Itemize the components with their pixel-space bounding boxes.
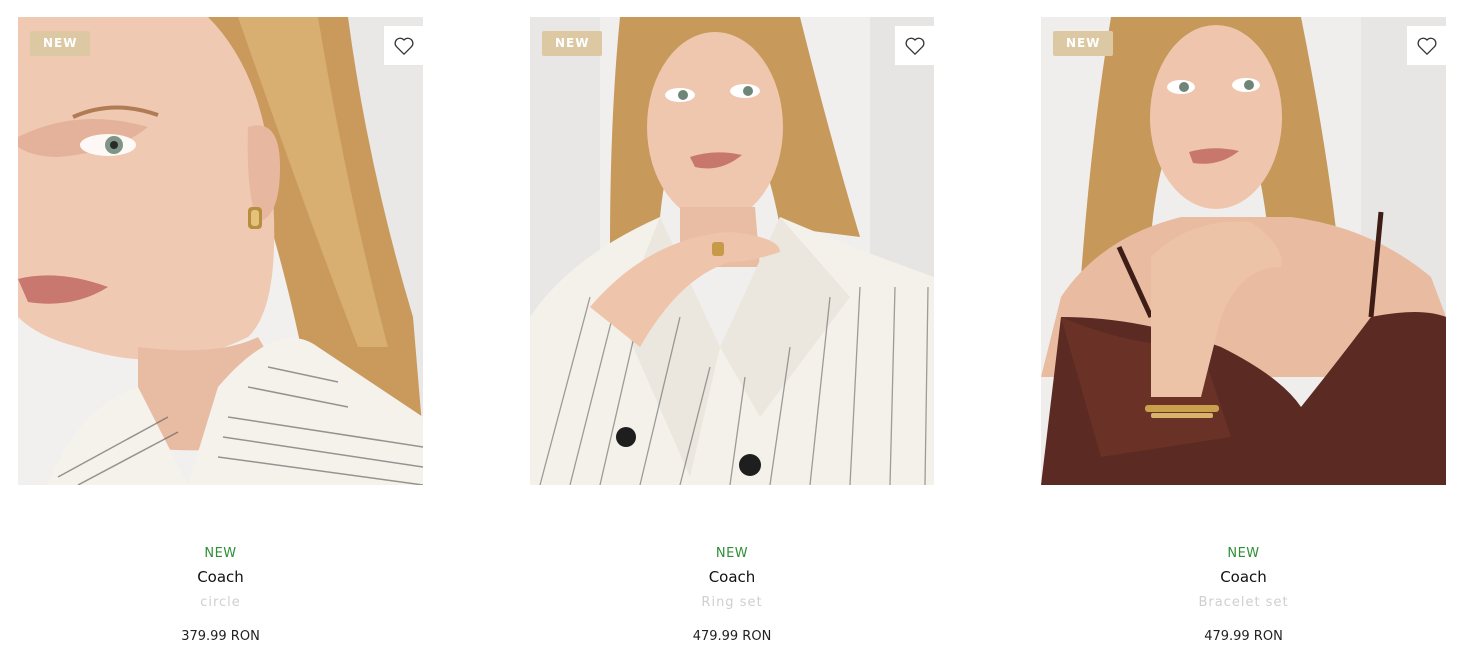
new-label: NEW bbox=[1227, 546, 1260, 561]
product-grid: NEW NEW Coach circle 379.99 RON NEW NEW … bbox=[0, 0, 1478, 660]
product-name[interactable]: Bracelet set bbox=[1041, 594, 1446, 612]
product-brand[interactable]: Coach bbox=[18, 567, 423, 587]
product-image-link[interactable]: NEW bbox=[530, 17, 934, 485]
new-badge: NEW bbox=[30, 31, 91, 56]
product-card[interactable]: NEW NEW Coach circle 379.99 RON bbox=[18, 17, 423, 646]
product-name[interactable]: Ring set bbox=[530, 594, 934, 612]
product-brand[interactable]: Coach bbox=[530, 567, 934, 587]
heart-outline-icon bbox=[394, 37, 413, 55]
heart-outline-icon bbox=[905, 37, 924, 55]
new-badge: NEW bbox=[542, 31, 603, 56]
product-brand[interactable]: Coach bbox=[1041, 567, 1446, 587]
new-badge: NEW bbox=[1053, 31, 1114, 56]
product-image-link[interactable]: NEW bbox=[1041, 17, 1446, 485]
product-photo bbox=[530, 17, 934, 485]
product-price: 379.99 RON bbox=[181, 629, 260, 644]
new-label: NEW bbox=[204, 546, 237, 561]
product-info: NEW Coach Bracelet set 479.99 RON bbox=[1041, 485, 1446, 646]
product-card[interactable]: NEW NEW Coach Ring set 479.99 RON bbox=[530, 17, 934, 646]
new-label: NEW bbox=[715, 546, 749, 561]
heart-outline-icon bbox=[1417, 37, 1436, 55]
product-info: NEW Coach circle 379.99 RON bbox=[18, 485, 423, 646]
wishlist-button[interactable] bbox=[1406, 25, 1446, 66]
product-price: 479.99 RON bbox=[692, 629, 772, 644]
product-info: NEW Coach Ring set 479.99 RON bbox=[530, 485, 934, 646]
product-image-link[interactable]: NEW bbox=[18, 17, 423, 485]
product-price: 479.99 RON bbox=[1204, 629, 1283, 644]
product-name[interactable]: circle bbox=[18, 594, 423, 612]
wishlist-button[interactable] bbox=[383, 25, 423, 66]
product-photo bbox=[18, 17, 423, 485]
wishlist-button[interactable] bbox=[894, 25, 934, 66]
product-photo bbox=[1041, 17, 1446, 485]
product-card[interactable]: NEW NEW Coach Bracelet set 479.99 RON bbox=[1041, 17, 1446, 646]
